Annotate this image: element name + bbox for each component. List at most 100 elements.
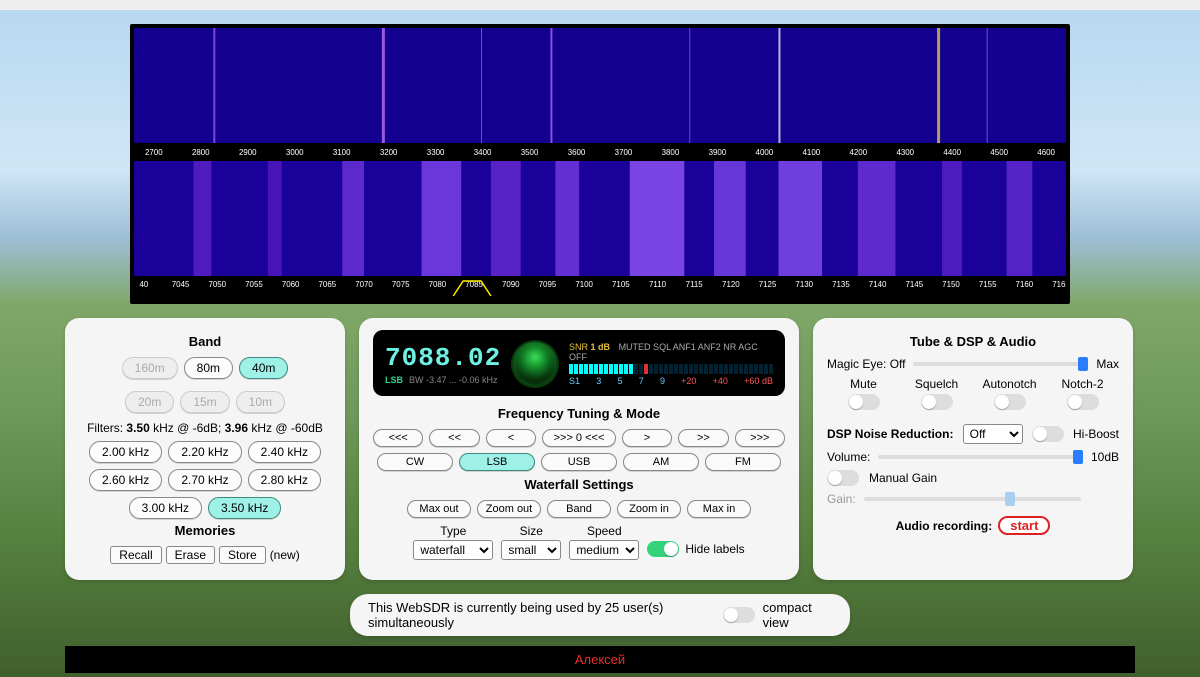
tune-step-button[interactable]: >>: [678, 429, 728, 447]
erase-button[interactable]: Erase: [166, 546, 215, 564]
magic-eye-label: Magic Eye: Off: [827, 357, 905, 371]
compact-view-label: compact view: [763, 600, 832, 630]
audio-panel: Tube & DSP & Audio Magic Eye: Off Max Mu…: [813, 318, 1133, 580]
hide-labels-toggle[interactable]: [647, 541, 679, 557]
svg-text:7060: 7060: [282, 280, 300, 289]
band-panel: Band 160m 80m 40m 20m 15m 10m Filters: 3.50 k…: [65, 318, 345, 580]
mode-cw-button[interactable]: CW: [377, 453, 453, 471]
svg-text:2700: 2700: [145, 148, 163, 157]
radio-display: 7088.02 LSBBW -3.47 ... -0.06 kHz SNR 1 …: [373, 330, 785, 396]
mute-toggle[interactable]: [848, 394, 880, 410]
dsp-select[interactable]: Off: [963, 424, 1023, 444]
record-button[interactable]: start: [998, 516, 1050, 535]
tune-step-button[interactable]: >>>: [735, 429, 785, 447]
recall-button[interactable]: Recall: [110, 546, 161, 564]
tune-step-button[interactable]: <: [486, 429, 536, 447]
wf-max-out-button[interactable]: Max out: [407, 500, 471, 518]
svg-text:3400: 3400: [474, 148, 492, 157]
svg-text:7065: 7065: [319, 280, 337, 289]
svg-text:7090: 7090: [502, 280, 520, 289]
mode-lsb-button[interactable]: LSB: [459, 453, 535, 471]
svg-text:7165: 7165: [1052, 280, 1066, 289]
mode-am-button[interactable]: AM: [623, 453, 699, 471]
filter-2.40kHz[interactable]: 2.40 kHz: [248, 441, 321, 463]
svg-text:2900: 2900: [239, 148, 257, 157]
svg-text:7155: 7155: [979, 280, 997, 289]
svg-text:7150: 7150: [942, 280, 960, 289]
speed-label: Speed: [587, 524, 622, 538]
gain-label: Gain:: [827, 492, 856, 506]
volume-value: 10dB: [1091, 450, 1119, 464]
band-title: Band: [79, 334, 331, 349]
squelch-toggle[interactable]: [921, 394, 953, 410]
waterfall-display[interactable]: 2700280029003000310032003300340035003600…: [130, 24, 1070, 304]
filter-3.00kHz[interactable]: 3.00 kHz: [129, 497, 202, 519]
mute-label: Mute: [850, 377, 877, 391]
filter-2.70kHz[interactable]: 2.70 kHz: [168, 469, 241, 491]
frequency-readout[interactable]: 7088.02: [385, 343, 501, 373]
autonotch-toggle[interactable]: [994, 394, 1026, 410]
mode-fm-button[interactable]: FM: [705, 453, 781, 471]
band-80m[interactable]: 80m: [184, 357, 233, 379]
band-20m: 20m: [125, 391, 174, 413]
svg-text:7135: 7135: [832, 280, 850, 289]
filter-2.60kHz[interactable]: 2.60 kHz: [89, 469, 162, 491]
band-10m: 10m: [236, 391, 285, 413]
svg-text:7105: 7105: [612, 280, 630, 289]
svg-text:3100: 3100: [333, 148, 351, 157]
svg-text:3200: 3200: [380, 148, 398, 157]
svg-text:4600: 4600: [1037, 148, 1055, 157]
autonotch-label: Autonotch: [982, 377, 1036, 391]
type-select[interactable]: waterfall: [413, 540, 493, 560]
speed-select[interactable]: medium: [569, 540, 639, 560]
band-160m: 160m: [122, 357, 178, 379]
wf-zoom-out-button[interactable]: Zoom out: [477, 500, 541, 518]
wf-max-in-button[interactable]: Max in: [687, 500, 751, 518]
filter-2.80kHz[interactable]: 2.80 kHz: [248, 469, 321, 491]
gain-slider[interactable]: [864, 497, 1081, 501]
size-label: Size: [520, 524, 543, 538]
hiboost-toggle[interactable]: [1032, 426, 1064, 442]
svg-text:7110: 7110: [649, 280, 667, 289]
svg-text:7075: 7075: [392, 280, 410, 289]
notch2-toggle[interactable]: [1067, 394, 1099, 410]
svg-text:7115: 7115: [686, 280, 704, 289]
store-button[interactable]: Store: [219, 546, 266, 564]
size-select[interactable]: small: [501, 540, 561, 560]
filter-2.00kHz[interactable]: 2.00 kHz: [89, 441, 162, 463]
svg-text:7100: 7100: [575, 280, 593, 289]
svg-text:7145: 7145: [905, 280, 923, 289]
svg-text:3900: 3900: [709, 148, 727, 157]
svg-text:3000: 3000: [286, 148, 304, 157]
svg-text:4400: 4400: [943, 148, 961, 157]
memory-note: (new): [270, 548, 300, 562]
svg-text:7070: 7070: [355, 280, 373, 289]
tuning-dial[interactable]: [511, 340, 559, 388]
band-40m[interactable]: 40m: [239, 357, 288, 379]
squelch-label: Squelch: [915, 377, 958, 391]
tune-step-button[interactable]: <<: [429, 429, 479, 447]
filter-2.20kHz[interactable]: 2.20 kHz: [168, 441, 241, 463]
wf-band-button[interactable]: Band: [547, 500, 611, 518]
tune-step-button[interactable]: <<<: [373, 429, 423, 447]
svg-text:3600: 3600: [568, 148, 586, 157]
wf-zoom-in-button[interactable]: Zoom in: [617, 500, 681, 518]
svg-text:7140: 7140: [869, 280, 887, 289]
band-15m: 15m: [180, 391, 229, 413]
tune-step-button[interactable]: >: [622, 429, 672, 447]
volume-slider[interactable]: [878, 455, 1083, 459]
mode-usb-button[interactable]: USB: [541, 453, 617, 471]
filters-summary: Filters: 3.50 kHz @ -6dB; 3.96 kHz @ -60…: [79, 421, 331, 435]
svg-text:7050: 7050: [208, 280, 226, 289]
compact-view-toggle[interactable]: [723, 607, 755, 623]
status-bar: This WebSDR is currently being used by 2…: [350, 594, 850, 636]
magic-eye-max: Max: [1096, 357, 1119, 371]
waterfall-settings-title: Waterfall Settings: [373, 477, 785, 492]
tune-step-button[interactable]: >>> 0 <<<: [542, 429, 616, 447]
magic-eye-slider[interactable]: [913, 362, 1088, 366]
filter-3.50kHz[interactable]: 3.50 kHz: [208, 497, 281, 519]
svg-text:3300: 3300: [427, 148, 445, 157]
svg-text:3500: 3500: [521, 148, 539, 157]
manual-gain-toggle[interactable]: [827, 470, 859, 486]
svg-text:7045: 7045: [172, 280, 190, 289]
